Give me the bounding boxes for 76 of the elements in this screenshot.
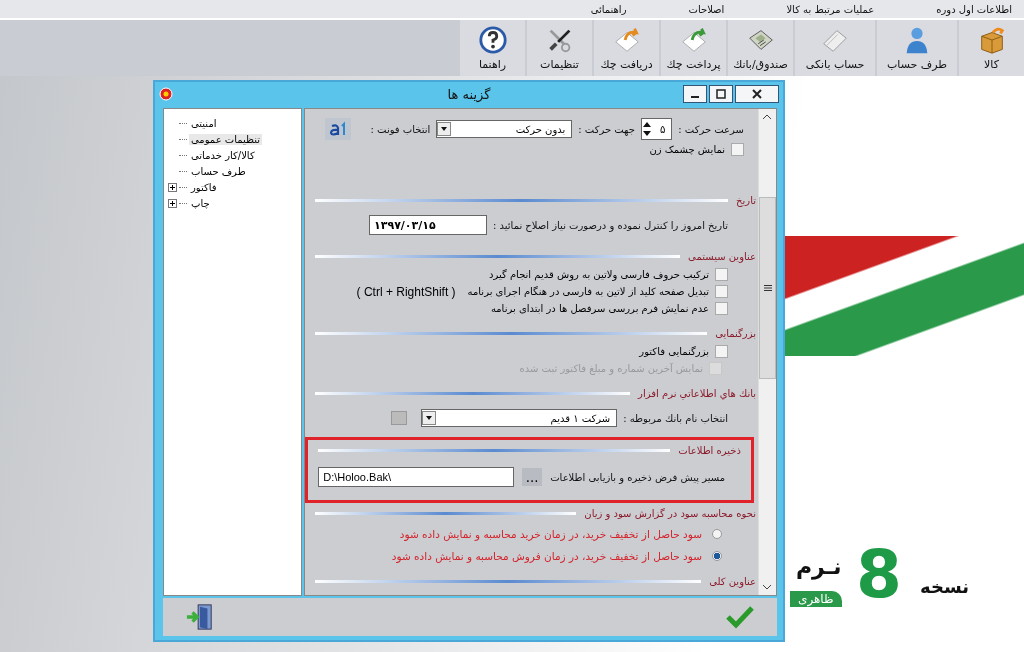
app-icon bbox=[159, 87, 173, 101]
shortcut-text: ( Ctrl + RightShift ) bbox=[356, 284, 456, 299]
expand-icon[interactable] bbox=[168, 198, 177, 208]
checkbox[interactable] bbox=[715, 268, 728, 281]
close-icon bbox=[752, 89, 762, 99]
caret-icon bbox=[422, 411, 437, 425]
field-label: انتخاب نام بانك مربوطه : bbox=[623, 412, 728, 424]
toolbar-button[interactable]: حساب بانکی bbox=[795, 20, 875, 76]
field-label: مسیر پیش فرض ذخیره و بازیابی اطلاعات bbox=[550, 471, 725, 483]
toolbar-button[interactable]: راهنما bbox=[460, 20, 525, 76]
radio-button[interactable] bbox=[712, 529, 722, 539]
scrollbar[interactable] bbox=[758, 109, 776, 595]
minimize-button[interactable] bbox=[683, 85, 707, 103]
menu-item[interactable]: اطلاعات اول دوره bbox=[924, 3, 1024, 15]
tree-item[interactable]: طرف حساب bbox=[189, 165, 248, 177]
path-field[interactable]: D:\Holoo.Bak\ bbox=[318, 467, 515, 487]
tree-item[interactable]: چاپ bbox=[189, 197, 212, 209]
browse-button[interactable]: ... bbox=[522, 468, 543, 486]
checkbox-label: بزرگنمایی فاکتور bbox=[639, 346, 709, 357]
maximize-button[interactable] bbox=[709, 85, 733, 103]
caret-icon bbox=[437, 122, 452, 136]
checkbox-label: تبدیل صفحه کلید از لاتین به فارسی در هنگام اجرای برنامه bbox=[467, 286, 709, 297]
tree-item[interactable]: فاکتور bbox=[189, 181, 219, 193]
splash-text: نـرم bbox=[796, 554, 842, 579]
version-number: 8 bbox=[856, 542, 902, 608]
tree-item[interactable]: تنظیمات عمومی bbox=[189, 133, 263, 145]
toolbar-button[interactable]: پرداخت چك bbox=[661, 20, 726, 76]
direction-dropdown[interactable]: بدون حرکت bbox=[436, 120, 573, 138]
menu-item[interactable]: راهنمائی bbox=[578, 3, 639, 15]
checkbox-label: نمایش چشمک زن bbox=[649, 144, 725, 155]
checkbox-label: ترکیب حروف فارسی ولاتین به روش قدیم انجام گیرد bbox=[488, 269, 709, 280]
toolbar-button[interactable]: دریافت چك bbox=[594, 20, 659, 76]
database-dropdown[interactable]: شرکت ۱ قدیم bbox=[421, 409, 618, 427]
scroll-thumb[interactable] bbox=[759, 197, 776, 379]
field-label: تاریخ امروز را کنترل نموده و درصورت نیاز اصلاح نمائید : bbox=[493, 219, 728, 231]
splash-text: نسخه bbox=[920, 576, 969, 597]
tree-item[interactable]: کالا/کار خدماتی bbox=[189, 149, 257, 161]
section-title: عناوین کلی bbox=[709, 575, 756, 587]
radio-button[interactable] bbox=[712, 551, 722, 561]
radio-label: سود حاصل از تخفیف خرید، در زمان خرید محاسبه و نمایش داده شود bbox=[399, 528, 702, 540]
checkbox[interactable] bbox=[715, 285, 728, 298]
section-title: بزرگنمایی bbox=[715, 327, 756, 339]
field-label: سرعت حرکت : bbox=[678, 123, 744, 135]
menu-item[interactable]: عملیات مرتبط به کالا bbox=[774, 3, 887, 15]
checkbox[interactable] bbox=[731, 143, 744, 156]
section-title: بانك هاي اطلاعاتي نرم افزار bbox=[638, 387, 756, 399]
checkbox[interactable] bbox=[715, 345, 728, 358]
speed-spinner[interactable]: ۵ bbox=[640, 118, 673, 140]
checkbox-label: نمایش آخرین شماره و مبلغ فاکتور ثبت شده bbox=[519, 363, 703, 374]
splash-tag: ظاهری bbox=[790, 591, 842, 607]
close-button[interactable] bbox=[735, 85, 779, 103]
font-button[interactable] bbox=[324, 118, 351, 140]
menu-item[interactable]: اصلاحات bbox=[676, 3, 737, 15]
maximize-icon bbox=[716, 89, 726, 99]
exit-door-icon[interactable] bbox=[185, 603, 215, 631]
toolbar-button[interactable]: کالا bbox=[959, 20, 1024, 76]
toolbar-button[interactable]: صندوق/بانك bbox=[728, 20, 793, 76]
toolbar-button[interactable]: تنظیمات bbox=[527, 20, 592, 76]
section-title: عناوین سیستمی bbox=[688, 250, 756, 262]
help-icon bbox=[477, 25, 508, 55]
radio-label: سود حاصل از تخفیف خرید، در زمان فروش محاسبه و نمایش داده شود bbox=[391, 550, 702, 562]
field-label: جهت حرکت : bbox=[578, 123, 635, 135]
date-field[interactable]: ۱۳۹۷/۰۳/۱۵ bbox=[369, 215, 487, 235]
checkbox-label: عدم نمایش فرم بررسی سرفصل ها در ابتدای برنامه bbox=[490, 303, 709, 314]
section-title: تاریخ bbox=[736, 194, 756, 206]
minimize-icon bbox=[691, 96, 699, 98]
toolbar-button[interactable]: طرف حساب bbox=[877, 20, 957, 76]
expand-icon[interactable] bbox=[168, 182, 177, 192]
small-button[interactable] bbox=[391, 411, 408, 425]
section-title: ذخیره اطلاعات bbox=[678, 444, 741, 456]
field-label: انتخاب فونت : bbox=[370, 123, 431, 135]
tree-item[interactable]: امنیتی bbox=[189, 117, 219, 129]
checkbox[interactable] bbox=[715, 302, 728, 315]
window-title: گزینه ها bbox=[447, 86, 491, 102]
checkmark-icon[interactable] bbox=[725, 605, 755, 629]
section-title: نحوه محاسبه سود در گزارش سود و زیان bbox=[584, 507, 756, 519]
